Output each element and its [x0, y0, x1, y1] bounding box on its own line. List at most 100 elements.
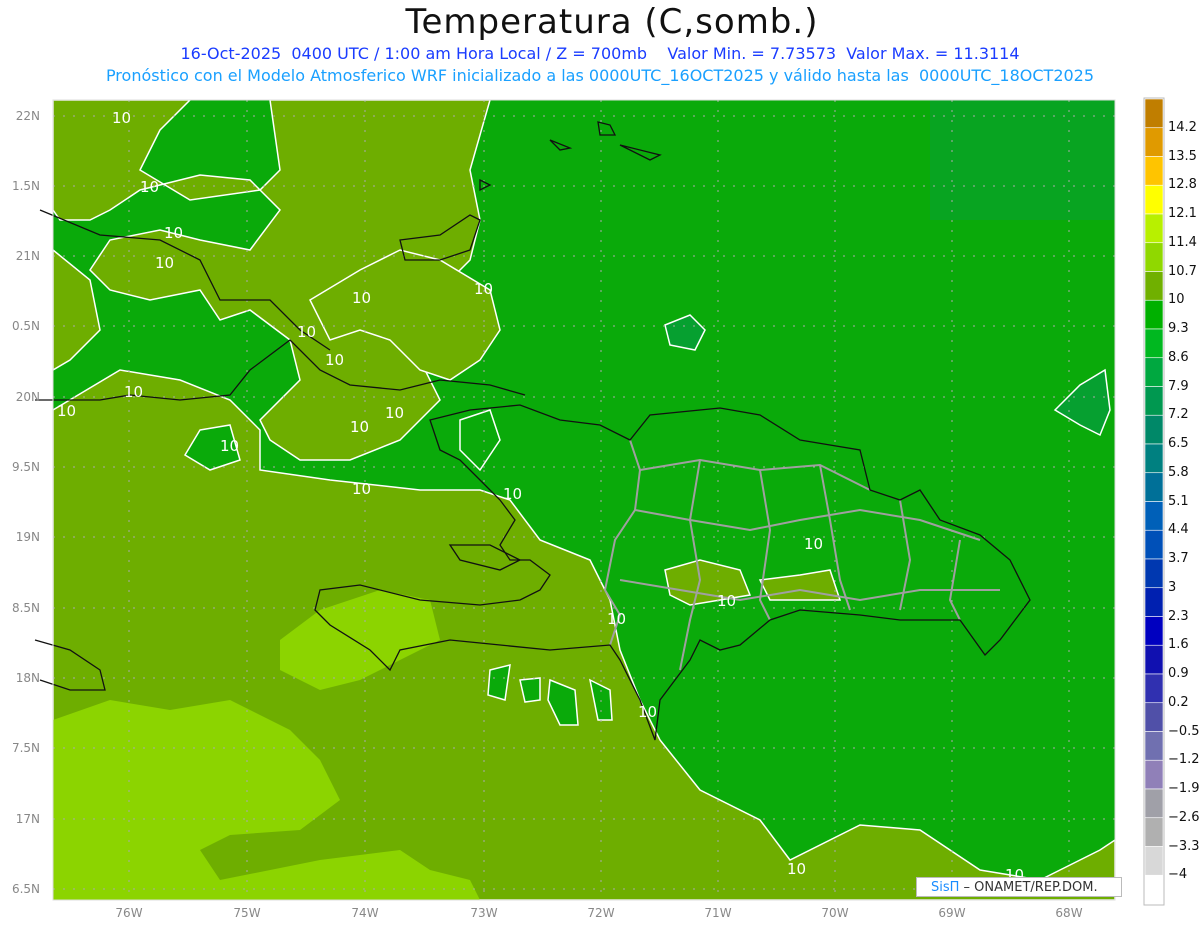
lat-label: 22N [16, 109, 40, 123]
colorbar-swatch [1144, 184, 1164, 215]
colorbar-swatch [1144, 644, 1164, 675]
colorbar-label: 10.7 [1168, 263, 1197, 279]
colorbar-swatch [1144, 817, 1164, 847]
colorbar-label: −4 [1168, 867, 1188, 883]
colorbar-swatch [1144, 328, 1164, 359]
colorbar-swatch [1144, 558, 1164, 589]
colorbar-swatch [1144, 127, 1164, 157]
credit-box: SisΠ – ONAMET/REP.DOM. [916, 877, 1122, 897]
colorbar-label: 13.5 [1168, 148, 1197, 164]
contour-label: 10 [155, 254, 174, 272]
lat-label: 18N [16, 671, 40, 685]
lat-label: 0.5N [12, 319, 40, 333]
contour-label: 10 [717, 592, 736, 610]
colorbar-swatch [1144, 731, 1164, 761]
lat-label: 1.5N [12, 179, 40, 193]
colorbar-swatch [1144, 529, 1164, 560]
lon-label: 76W [115, 906, 142, 920]
colorbar-label: −1.9 [1168, 781, 1200, 796]
colorbar-label: −2.6 [1168, 809, 1200, 825]
colorbar-label: 7.2 [1168, 407, 1189, 423]
colorbar [1143, 97, 1165, 906]
field-deep-green-ne [930, 100, 1115, 220]
colorbar-swatch [1144, 213, 1164, 244]
colorbar-label: 8.6 [1168, 349, 1189, 365]
contour-label: 10 [638, 703, 657, 721]
lat-axis-labels: 22N 1.5N 21N 0.5N 20N 9.5N 19N 8.5N 18N … [12, 109, 40, 896]
lon-label: 73W [470, 906, 497, 920]
colorbar-label: 14.2 [1168, 119, 1197, 135]
lat-label: 7.5N [12, 741, 40, 755]
lat-label: 8.5N [12, 601, 40, 615]
lon-label: 74W [351, 906, 378, 920]
colorbar-label: 11.4 [1168, 234, 1197, 250]
credit-brand: SisΠ [931, 880, 960, 895]
colorbar-label: −0.5 [1168, 723, 1200, 739]
colorbar-swatch [1144, 357, 1164, 387]
lon-label: 69W [938, 906, 965, 920]
colorbar-label: 12.1 [1168, 206, 1197, 221]
lon-label: 70W [821, 906, 848, 920]
colorbar-label: 12.8 [1168, 177, 1197, 193]
colorbar-swatch [1144, 846, 1164, 876]
colorbar-label: 3 [1168, 579, 1177, 595]
colorbar-swatch [1144, 386, 1164, 416]
colorbar-swatch [1144, 673, 1164, 704]
colorbar-swatch [1144, 414, 1164, 445]
colorbar-label: 6.5 [1168, 436, 1189, 451]
colorbar-swatch [1144, 874, 1164, 905]
colorbar-swatch [1144, 98, 1164, 129]
contour-label: 10 [112, 109, 131, 127]
colorbar-label: −3.3 [1168, 838, 1200, 854]
contour-label: 10 [474, 280, 493, 298]
lat-label: 21N [16, 249, 40, 263]
colorbar-label: 0.9 [1168, 666, 1189, 681]
lat-label: 17N [16, 812, 40, 826]
contour-label: 10 [220, 437, 239, 455]
colorbar-swatch [1144, 443, 1164, 474]
colorbar-swatch [1144, 759, 1164, 790]
contour-label: 10 [607, 610, 626, 628]
colorbar-swatch [1144, 472, 1164, 502]
contour-label: 10 [164, 224, 183, 242]
colorbar-label: 5.8 [1168, 464, 1189, 480]
lon-label: 68W [1055, 906, 1082, 920]
contour-label: 10 [325, 351, 344, 369]
lon-label: 75W [233, 906, 260, 920]
shaded-field [53, 100, 1115, 900]
lat-label: 9.5N [12, 460, 40, 474]
colorbar-label: 10 [1168, 292, 1185, 308]
colorbar-swatch [1144, 501, 1164, 531]
colorbar-label: −1.2 [1168, 752, 1200, 768]
contour-label: 10 [352, 289, 371, 307]
contour-label: 10 [385, 404, 404, 422]
credit-text: – ONAMET/REP.DOM. [959, 880, 1098, 895]
contour-label: 10 [57, 402, 76, 420]
colorbar-label: 5.1 [1168, 493, 1189, 509]
contour-label: 10 [350, 418, 369, 436]
colorbar-swatch [1144, 156, 1164, 186]
contour-label: 10 [124, 383, 143, 401]
lon-axis-labels: 76W 75W 74W 73W 72W 71W 70W 69W 68W [115, 906, 1082, 920]
lat-label: 6.5N [12, 882, 40, 896]
lon-label: 71W [704, 906, 731, 920]
colorbar-swatch [1144, 616, 1164, 646]
temperature-map: 10 10 10 10 10 10 10 10 10 10 10 10 10 1… [12, 97, 1165, 920]
contour-label: 10 [503, 485, 522, 503]
colorbar-swatch [1144, 702, 1164, 732]
colorbar-swatch [1144, 271, 1164, 301]
contour-label: 10 [787, 860, 806, 878]
colorbar-label: 0.2 [1168, 694, 1189, 710]
colorbar-label: 4.4 [1168, 522, 1189, 538]
contour-label: 10 [804, 535, 823, 553]
lat-label: 19N [16, 530, 40, 544]
colorbar-swatch [1144, 788, 1164, 819]
contour-label: 10 [352, 480, 371, 498]
lon-label: 72W [587, 906, 614, 920]
colorbar-label: 7.9 [1168, 378, 1189, 394]
colorbar-label: 3.7 [1168, 551, 1189, 566]
colorbar-swatch [1144, 299, 1164, 330]
colorbar-label: 2.3 [1168, 608, 1189, 624]
colorbar-label: 1.6 [1168, 637, 1189, 653]
contour-label: 10 [297, 323, 316, 341]
